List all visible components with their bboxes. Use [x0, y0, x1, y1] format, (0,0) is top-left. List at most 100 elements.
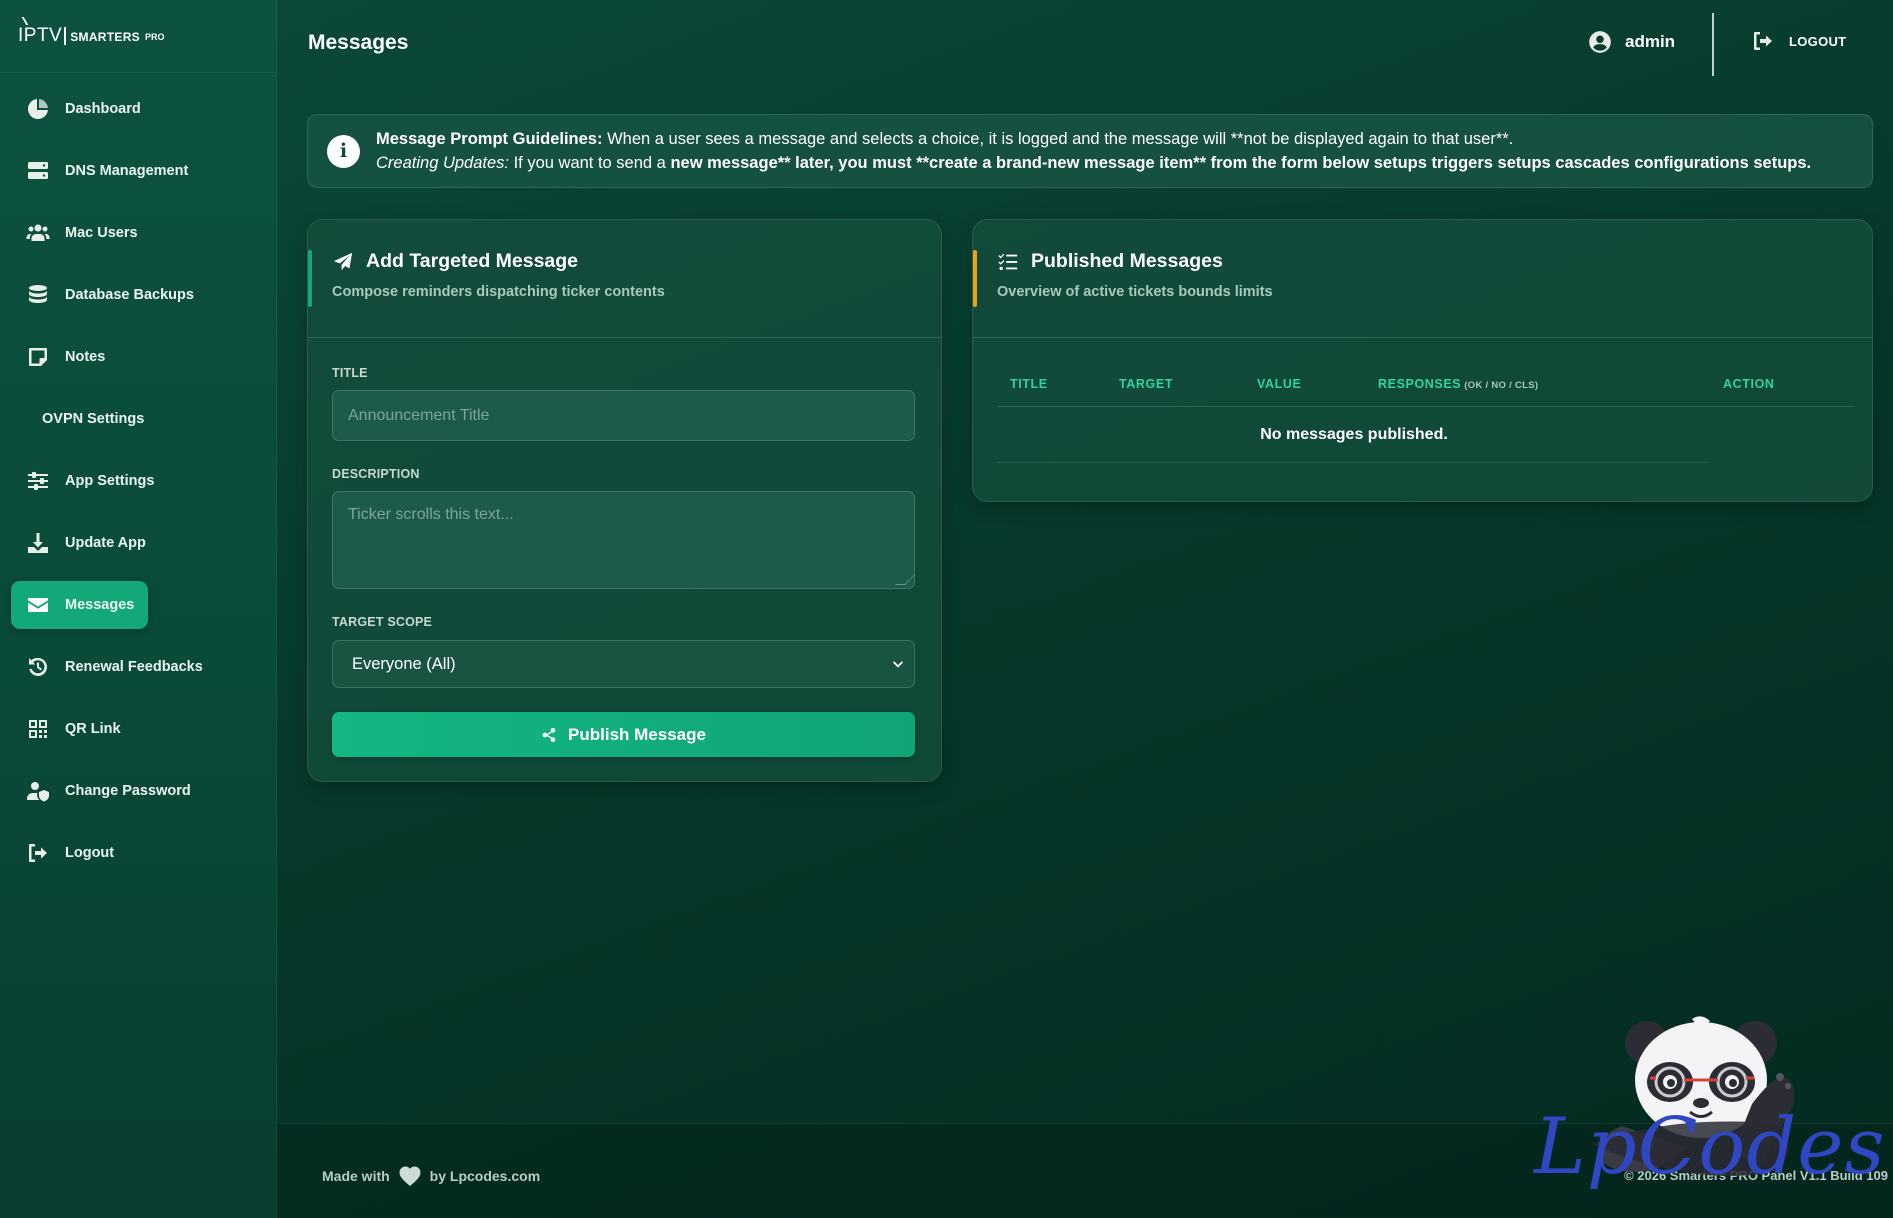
history-icon: [25, 654, 51, 680]
sidebar-item-renewal-feedbacks[interactable]: Renewal Feedbacks: [11, 643, 265, 691]
server-icon: [25, 158, 51, 184]
page-title: Messages: [308, 31, 409, 54]
sliders-icon: [25, 468, 51, 494]
sidebar-item-ovpn-settings[interactable]: OVPN Settings: [11, 395, 265, 443]
sidebar-item-notes[interactable]: Notes: [11, 333, 265, 381]
banner-text: Message Prompt Guidelines: When a user s…: [376, 127, 1811, 175]
sidebar-item-label: Update App: [65, 535, 146, 551]
user-menu[interactable]: admin: [1587, 29, 1675, 55]
sidebar-item-label: DNS Management: [65, 163, 189, 179]
sidebar-item-label: Notes: [65, 349, 106, 365]
sidebar-item-app-settings[interactable]: App Settings: [11, 457, 265, 505]
sidebar-item-label: OVPN Settings: [42, 411, 145, 427]
brand-logo[interactable]: IPTV SMARTERS PRO: [0, 0, 276, 73]
chevron-down-icon: [892, 658, 904, 670]
published-card-header: Published Messages Overview of active ti…: [973, 220, 1872, 338]
sidebar-item-label: QR Link: [65, 721, 121, 737]
column-value: VALUE: [1257, 377, 1302, 391]
card-accent-bar: [973, 250, 977, 307]
brand-pro-text: PRO: [144, 32, 165, 42]
info-icon: i: [327, 134, 360, 168]
published-messages-card: Published Messages Overview of active ti…: [972, 219, 1873, 502]
title-label: TITLE: [332, 366, 368, 380]
empty-state-message: No messages published.: [997, 408, 1711, 463]
banner-title: Message Prompt Guidelines:: [376, 130, 603, 148]
sidebar-item-dns-management[interactable]: DNS Management: [11, 147, 265, 195]
sidebar-nav: Dashboard DNS Management Mac Users Datab…: [0, 73, 276, 877]
banner-line-2-bold: new message** later, you must **create a…: [670, 154, 1812, 172]
brand-iptv-text: IPTV: [18, 26, 67, 45]
description-label: DESCRIPTION: [332, 467, 420, 481]
target-scope-label: TARGET SCOPE: [332, 615, 433, 629]
title-input[interactable]: [332, 390, 915, 441]
sidebar-item-label: Database Backups: [65, 287, 194, 303]
card-accent-bar: [308, 250, 312, 307]
add-message-subtitle: Compose reminders dispatching ticker con…: [332, 284, 665, 300]
add-message-title: Add Targeted Message: [332, 250, 578, 273]
messages-table-header: TITLE TARGET VALUE RESPONSES (OK / NO / C…: [997, 377, 1854, 407]
sidebar-item-mac-users[interactable]: Mac Users: [11, 209, 265, 257]
guidelines-banner: i Message Prompt Guidelines: When a user…: [307, 114, 1873, 188]
add-message-card-header: Add Targeted Message Compose reminders d…: [308, 220, 941, 338]
list-check-icon: [998, 253, 1018, 270]
download-icon: [25, 530, 51, 556]
published-title-text: Published Messages: [1031, 250, 1223, 272]
qrcode-icon: [25, 716, 51, 742]
description-textarea[interactable]: [332, 491, 915, 589]
lpcodes-watermark: LpCodes: [1532, 1014, 1893, 1218]
sidebar-item-logout[interactable]: Logout: [11, 829, 265, 877]
target-scope-value: Everyone (All): [352, 654, 456, 673]
watermark-text: LpCodes: [1534, 1102, 1886, 1192]
pie-chart-icon: [25, 96, 51, 122]
sidebar-item-dashboard[interactable]: Dashboard: [11, 85, 265, 133]
sign-out-icon: [1754, 32, 1772, 50]
sidebar-item-messages[interactable]: Messages: [11, 581, 148, 629]
footer-credit: Made with by Lpcodes.com: [322, 1165, 540, 1187]
logout-button[interactable]: LOGOUT: [1751, 29, 1846, 53]
publish-message-button[interactable]: Publish Message: [332, 712, 915, 757]
database-icon: [25, 282, 51, 308]
user-circle-icon: [1589, 31, 1611, 53]
sidebar-item-database-backups[interactable]: Database Backups: [11, 271, 265, 319]
note-icon: [25, 344, 51, 370]
sidebar-item-label: Change Password: [65, 783, 191, 799]
user-shield-icon: [25, 778, 51, 804]
sidebar-item-qr-link[interactable]: QR Link: [11, 705, 265, 753]
column-title: TITLE: [1010, 377, 1048, 391]
sidebar-item-label: Logout: [65, 845, 115, 861]
footer-made-with: Made with: [322, 1168, 390, 1184]
sidebar-item-label: Renewal Feedbacks: [65, 659, 203, 675]
brand-smarters-text: SMARTERS: [70, 30, 140, 44]
sign-out-icon: [25, 840, 51, 866]
footer-by-link[interactable]: by Lpcodes.com: [430, 1168, 540, 1184]
add-message-card: Add Targeted Message Compose reminders d…: [307, 219, 942, 782]
heart-icon: [399, 1166, 421, 1186]
sidebar-item-change-password[interactable]: Change Password: [11, 767, 265, 815]
header-divider: [1712, 13, 1714, 76]
banner-line-2-text: If you want to send a: [509, 154, 671, 172]
banner-line-2-label: Creating Updates:: [376, 154, 509, 172]
banner-line-1: When a user sees a message and selects a…: [602, 130, 1514, 148]
publish-message-label: Publish Message: [568, 724, 706, 744]
iptv-smarters-logo: IPTV SMARTERS PRO: [18, 26, 165, 45]
column-target: TARGET: [1119, 377, 1174, 391]
column-responses-hint: (OK / NO / CLS): [1464, 380, 1539, 391]
column-responses: RESPONSES (OK / NO / CLS): [1378, 377, 1538, 391]
target-scope-select[interactable]: Everyone (All): [332, 640, 915, 688]
users-icon: [25, 220, 51, 246]
sidebar-item-label: App Settings: [65, 473, 155, 489]
column-action: ACTION: [1723, 377, 1775, 391]
published-subtitle: Overview of active tickets bounds limits: [997, 284, 1273, 300]
sidebar-item-update-app[interactable]: Update App: [11, 519, 265, 567]
add-message-title-text: Add Targeted Message: [366, 250, 579, 272]
sidebar-item-label: Dashboard: [65, 101, 141, 117]
sidebar-item-label: Messages: [65, 597, 135, 613]
sidebar: IPTV SMARTERS PRO Dashboard DNS Manageme…: [0, 0, 277, 1218]
sidebar-item-label: Mac Users: [65, 225, 138, 241]
logout-label: LOGOUT: [1789, 33, 1847, 49]
column-responses-label: RESPONSES: [1378, 377, 1462, 391]
share-nodes-icon: [542, 727, 556, 742]
paper-plane-icon: [333, 252, 353, 270]
user-name: admin: [1625, 32, 1676, 51]
envelope-icon: [25, 592, 51, 618]
